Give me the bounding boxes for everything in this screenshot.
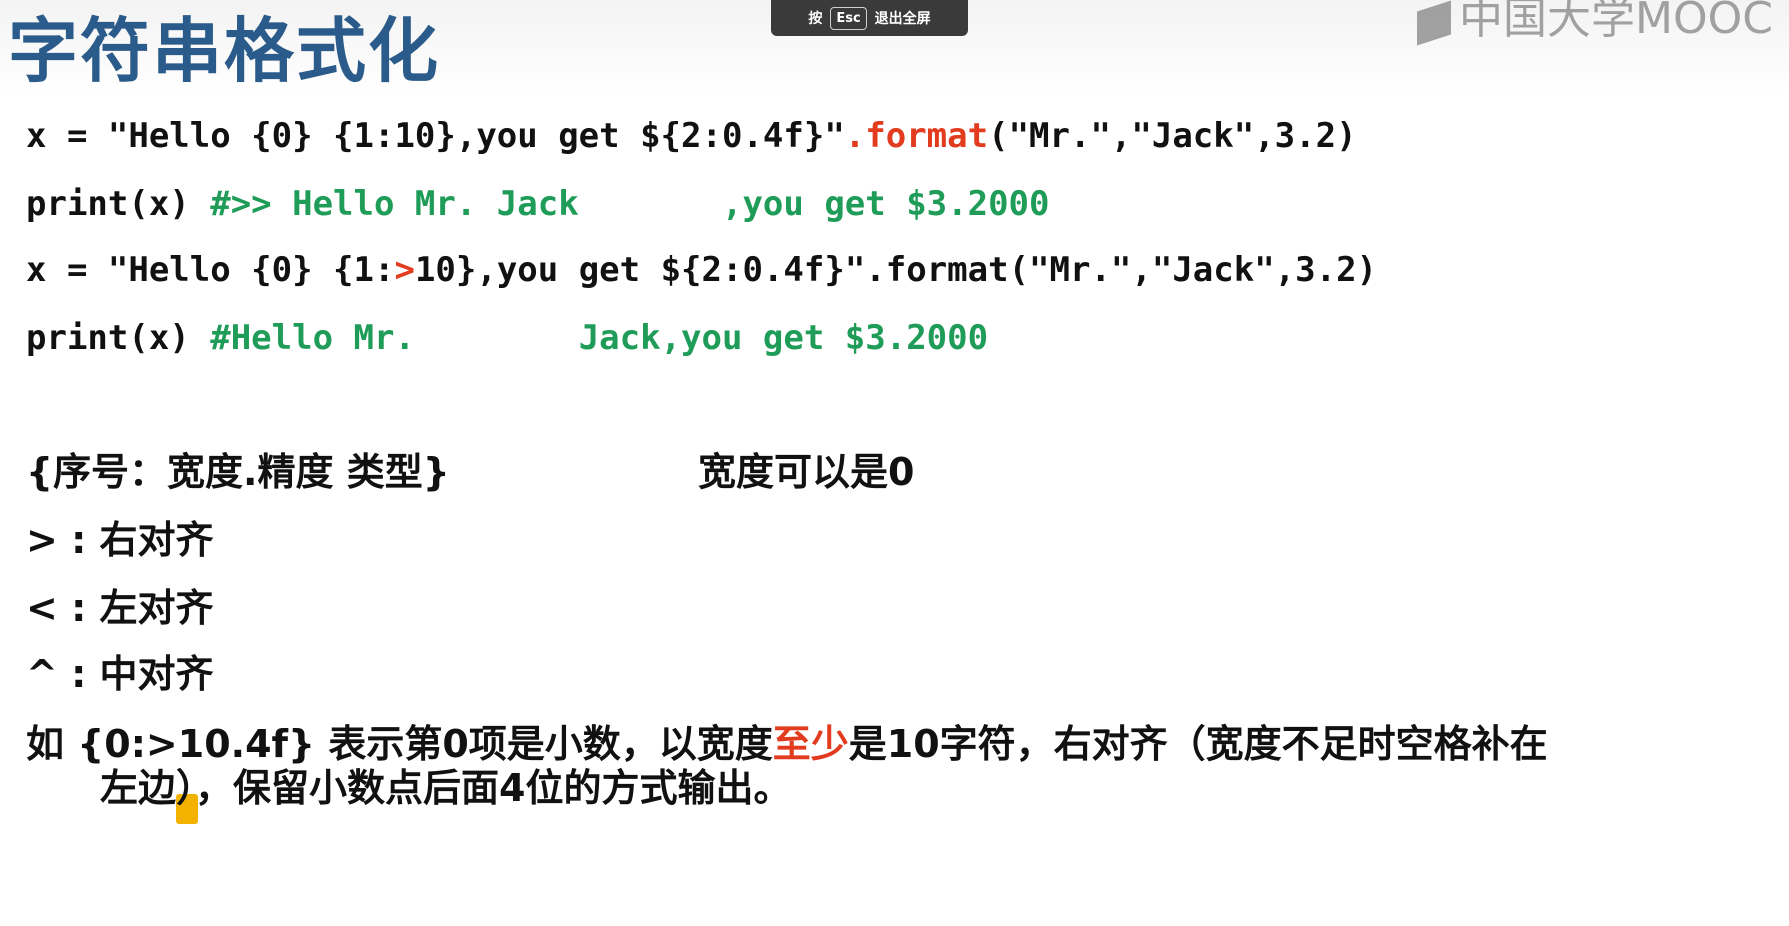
exit-fullscreen-label[interactable]: 退出全屏 (875, 8, 931, 28)
code-line-2-comment: #>> Hello Mr. Jack ,you get $3.2000 (210, 184, 1050, 224)
align-rule-sep: : (57, 518, 100, 562)
align-rule-desc: 右对齐 (99, 518, 214, 562)
slide-title: 字符串格式化 (8, 10, 440, 92)
code-line-2-code: print(x) (26, 184, 211, 224)
code-line-4: print(x) #Hello Mr. Jack,you get $3.2000 (26, 318, 988, 358)
code-line-3-part2: 10},you get ${2:0.4f}".format("Mr.","Jac… (414, 250, 1378, 290)
code-line-4-comment: #Hello Mr. Jack,you get $3.2000 (210, 318, 989, 358)
example-line-2: 左边），保留小数点后面4位的方式输出。 (100, 766, 792, 810)
code-line-2: print(x) #>> Hello Mr. Jack ,you get $3.… (26, 184, 1050, 224)
align-rule-desc: 左对齐 (99, 586, 214, 630)
example-line-1: 如 {0:>10.4f} 表示第0项是小数，以宽度至少是10字符，右对齐（宽度不… (26, 722, 1548, 766)
code-line-1-prefix: x = "Hello {0} {1:10},you get ${2:0.4f}" (26, 116, 845, 156)
code-line-3-align: > (394, 250, 415, 290)
align-rule-left: < : 左对齐 (26, 586, 214, 630)
logo-text: 中国大学MOOC (1459, 0, 1773, 44)
align-rule-desc: 中对齐 (99, 652, 214, 696)
align-rule-sep: : (57, 586, 100, 630)
example-line-1-a: 如 {0:>10.4f} 表示第0项是小数，以宽度 (26, 722, 773, 766)
format-spec-left: {序号：宽度.精度 类型} (26, 450, 450, 494)
code-line-1: x = "Hello {0} {1:10},you get ${2:0.4f}"… (26, 116, 1357, 156)
format-spec-note: 宽度可以是0 (698, 450, 915, 494)
align-rule-right: > : 右对齐 (26, 518, 214, 562)
logo-cube-icon (1417, 0, 1452, 46)
align-rule-sep: : (57, 652, 100, 696)
code-line-3-part1: x = "Hello {0} {1: (26, 250, 395, 290)
align-rule-symbol: ^ (26, 652, 58, 696)
align-rule-symbol: > (26, 518, 58, 562)
code-line-1-method: .format (844, 116, 989, 156)
code-line-4-code: print(x) (26, 318, 211, 358)
exit-fullscreen-bar[interactable]: 按 Esc 退出全屏 (771, 0, 968, 36)
code-line-3: x = "Hello {0} {1:>10},you get ${2:0.4f}… (26, 250, 1377, 290)
format-spec-line: {序号：宽度.精度 类型} (26, 450, 450, 494)
example-highlight: 至少 (772, 722, 849, 766)
mooc-logo: 中国大学MOOC (1417, 0, 1773, 46)
example-line-1-b: 是10字符，右对齐（宽度不足时空格补在 (848, 722, 1548, 766)
esc-key[interactable]: Esc (830, 6, 867, 30)
align-rule-symbol: < (26, 586, 58, 630)
fullscreen-press-label: 按 (808, 11, 823, 27)
code-line-1-args: ("Mr.","Jack",3.2) (988, 116, 1357, 156)
align-rule-center: ^ : 中对齐 (26, 652, 214, 696)
